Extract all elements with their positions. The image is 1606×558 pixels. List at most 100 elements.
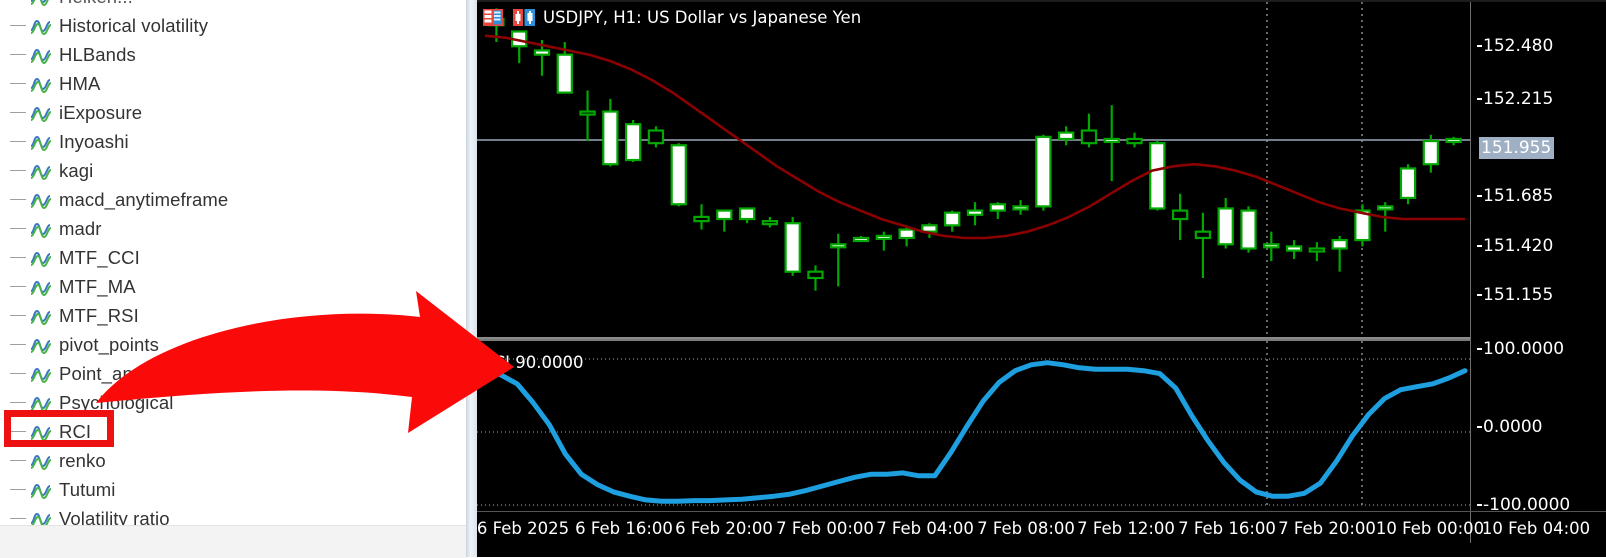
chart-bottom-fill xyxy=(477,543,1606,557)
indicator-label: MTF_MA xyxy=(59,275,136,297)
axis-tick-mark xyxy=(1477,195,1482,197)
time-axis: 6 Feb 2025 6 Feb 16:00 6 Feb 20:00 7 Feb 00… xyxy=(477,511,1606,546)
indicator-list-item[interactable]: MTF_MA xyxy=(0,272,466,301)
indicator-list-item[interactable]: madr xyxy=(0,214,466,243)
time-axis-tick: 6 Feb 20:00 xyxy=(675,519,773,538)
tree-connector xyxy=(10,344,26,345)
indicator-icon xyxy=(30,367,52,383)
candlestick-chart-icon[interactable] xyxy=(513,8,535,26)
indicator-axis-tick-label: 0.0000 xyxy=(1483,417,1543,437)
price-axis-tick-label: 152.215 xyxy=(1483,89,1554,109)
data-window-icon[interactable] xyxy=(483,8,503,26)
indicator-icon xyxy=(30,454,52,470)
indicator-icon xyxy=(30,77,52,93)
chart-frame[interactable]: RCI 90.0000 USDJPY, H1: US Dollar vs Jap… xyxy=(477,0,1606,546)
price-axis-tick: 152.480 xyxy=(1477,36,1553,56)
navigator-panel[interactable]: Heiken... Historical volatility HLBands HMA… xyxy=(0,0,466,525)
indicator-list-item[interactable]: MTF_CCI xyxy=(0,243,466,272)
tree-connector xyxy=(10,199,26,200)
price-axis-tick-label: 151.955 xyxy=(1481,138,1552,158)
indicator-icon xyxy=(30,222,52,238)
axis-tick-mark xyxy=(1477,426,1482,428)
indicator-icon xyxy=(30,338,52,354)
tree-connector xyxy=(10,54,26,55)
indicator-icon xyxy=(30,19,52,35)
indicator-label: iExposure xyxy=(59,101,143,123)
time-axis-tick: 7 Feb 12:00 xyxy=(1077,519,1175,538)
indicator-label: Volatility ratio xyxy=(59,507,170,526)
price-pane[interactable] xyxy=(477,2,1470,337)
indicator-label: Heiken... xyxy=(59,0,133,8)
axis-tick-mark xyxy=(1477,294,1482,296)
price-scale[interactable]: 152.480 152.215 151.955 151.685 151.420 151.1… xyxy=(1470,2,1606,545)
indicator-label: HLBands xyxy=(59,43,136,65)
indicator-list-item[interactable]: renko xyxy=(0,446,466,475)
indicator-label: Point_and_Figure xyxy=(59,362,207,384)
indicator-icon xyxy=(30,280,52,296)
tree-connector xyxy=(10,25,26,26)
indicator-icon xyxy=(30,396,52,412)
axis-tick-mark xyxy=(1477,348,1482,350)
tree-connector xyxy=(10,141,26,142)
indicator-list-item[interactable]: pivot_points xyxy=(0,330,466,359)
tree-connector xyxy=(10,228,26,229)
rci-chart-svg xyxy=(477,341,1470,509)
indicator-label: macd_anytimeframe xyxy=(59,188,229,210)
indicator-list-item[interactable]: HLBands xyxy=(0,40,466,69)
indicator-icon xyxy=(30,164,52,180)
indicator-label: HMA xyxy=(59,72,101,94)
indicator-icon xyxy=(30,193,52,209)
price-axis-tick-label: 151.420 xyxy=(1483,236,1554,256)
time-axis-tick: 10 Feb 00:00 xyxy=(1375,519,1485,538)
indicator-list-item[interactable]: iExposure xyxy=(0,98,466,127)
indicator-list-item[interactable]: Inyoashi xyxy=(0,127,466,156)
indicator-icon xyxy=(30,309,52,325)
indicator-list-item[interactable]: HMA xyxy=(0,69,466,98)
tree-connector xyxy=(10,315,26,316)
tree-connector xyxy=(10,112,26,113)
indicator-list-item[interactable]: kagi xyxy=(0,156,466,185)
price-chart-svg xyxy=(477,2,1470,337)
indicator-axis-tick-label: 100.0000 xyxy=(1483,339,1565,359)
indicator-label: Tutumi xyxy=(59,478,116,500)
indicator-list-item[interactable]: MTF_RSI xyxy=(0,301,466,330)
price-axis-tick: 151.155 xyxy=(1477,285,1553,305)
time-axis-tick: 7 Feb 00:00 xyxy=(776,519,874,538)
indicator-list-item[interactable]: Heiken... xyxy=(0,0,466,11)
indicator-icon xyxy=(30,483,52,499)
indicator-label: renko xyxy=(59,449,106,471)
tree-connector xyxy=(10,83,26,84)
tree-connector xyxy=(10,286,26,287)
indicator-label: madr xyxy=(59,217,102,239)
indicator-label: MTF_RSI xyxy=(59,304,139,326)
tree-connector xyxy=(10,460,26,461)
tree-connector xyxy=(10,402,26,403)
mt4-chart-window[interactable]: RCI 90.0000 USDJPY, H1: US Dollar vs Jap… xyxy=(466,0,1606,557)
indicator-icon xyxy=(30,135,52,151)
tree-connector xyxy=(10,257,26,258)
price-axis-tick: 151.685 xyxy=(1477,186,1553,206)
axis-tick-mark xyxy=(1477,45,1482,47)
indicator-list-item[interactable]: Tutumi xyxy=(0,475,466,504)
indicator-axis-tick: 100.0000 xyxy=(1477,339,1564,359)
indicator-icon xyxy=(30,106,52,122)
indicator-label: MTF_CCI xyxy=(59,246,140,268)
indicator-label: Historical volatility xyxy=(59,14,209,36)
indicator-icon xyxy=(30,0,49,6)
indicator-icon xyxy=(30,251,52,267)
rci-indicator-pane[interactable]: RCI 90.0000 xyxy=(477,339,1470,509)
indicator-icon xyxy=(30,48,52,64)
indicator-list-item[interactable]: Historical volatility xyxy=(0,11,466,40)
price-axis-tick-label: 151.685 xyxy=(1483,186,1554,206)
axis-tick-mark xyxy=(1477,98,1482,100)
indicator-list-item[interactable]: macd_anytimeframe xyxy=(0,185,466,214)
time-axis-tick: 7 Feb 04:00 xyxy=(876,519,974,538)
time-axis-tick: 10 Feb 04:00 xyxy=(1481,519,1591,538)
indicator-icon xyxy=(30,512,52,525)
price-axis-tick: 152.215 xyxy=(1477,89,1553,109)
indicator-list-item[interactable]: Volatility ratio xyxy=(0,504,466,525)
indicator-label: pivot_points xyxy=(59,333,159,355)
indicator-list-item[interactable]: Point_and_Figure xyxy=(0,359,466,388)
price-axis-tick-label: 152.480 xyxy=(1483,36,1554,56)
tree-connector xyxy=(10,489,26,490)
